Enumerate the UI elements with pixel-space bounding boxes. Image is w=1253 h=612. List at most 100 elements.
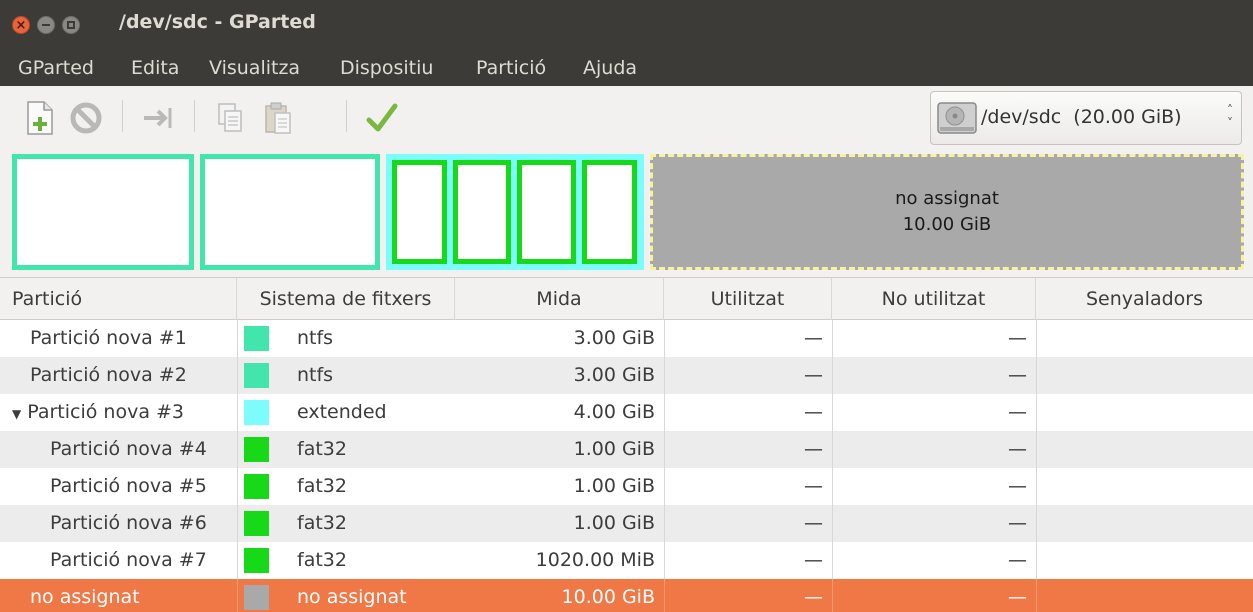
filesystem-color-swatch (244, 548, 269, 573)
size-cell: 3.00 GiB (573, 327, 655, 349)
column-header-no-utilitzat[interactable]: No utilitzat (832, 278, 1036, 320)
used-cell: — (804, 512, 823, 534)
partition-name: Partició nova #5 (50, 475, 207, 497)
table-row[interactable]: no assignat no assignat 10.00 GiB — — (0, 579, 1253, 612)
column-separator (237, 468, 238, 505)
column-separator (1036, 542, 1037, 579)
table-row[interactable]: Partició nova #6 fat32 1.00 GiB — — (0, 505, 1253, 542)
table-row[interactable]: Partició nova #7 fat32 1020.00 MiB — — (0, 542, 1253, 579)
menu-gparted[interactable]: GParted (18, 57, 94, 79)
partition-name-cell: Partició nova #5 (50, 468, 207, 505)
device-selector-label: /dev/sdc (20.00 GiB) (981, 106, 1182, 128)
table-row[interactable]: Partició nova #2 ntfs 3.00 GiB — — (0, 357, 1253, 394)
column-header-mida[interactable]: Mida (455, 278, 664, 320)
column-separator (1036, 357, 1037, 394)
partition-name: Partició nova #2 (30, 364, 187, 386)
column-separator (237, 505, 238, 542)
unused-cell: — (1008, 512, 1027, 534)
column-separator (237, 542, 238, 579)
column-header-particio[interactable]: Partició (0, 278, 237, 320)
disk-segment-partition-4[interactable] (392, 160, 447, 264)
column-separator (664, 542, 665, 579)
column-header-utilitzat[interactable]: Utilitzat (664, 278, 832, 320)
column-header-senyaladors[interactable]: Senyaladors (1036, 278, 1253, 320)
filesystem-color-swatch (244, 511, 269, 536)
column-separator (664, 357, 665, 394)
flags-cell (1036, 357, 1246, 394)
used-cell: — (804, 586, 823, 608)
unused-cell: — (1008, 438, 1027, 460)
column-separator (1036, 394, 1037, 431)
spin-arrows-icon: ˄ ˅ (1227, 103, 1233, 130)
disk-segment-partition-7[interactable] (582, 160, 637, 264)
partition-table: Partició Sistema de fitxers Mida Utilitz… (0, 277, 1253, 612)
disk-segment-partition-5[interactable] (453, 160, 511, 264)
disk-segment-partition-6[interactable] (517, 160, 576, 264)
column-separator (664, 505, 665, 542)
menu-particio[interactable]: Partició (476, 57, 546, 79)
close-window-button[interactable]: × (12, 16, 30, 34)
partition-name: no assignat (30, 586, 140, 608)
window-title: /dev/sdc - GParted (119, 11, 316, 33)
menu-dispositiu[interactable]: Dispositiu (340, 57, 433, 79)
used-cell: — (804, 438, 823, 460)
column-separator (664, 394, 665, 431)
paste-button[interactable] (258, 98, 298, 138)
table-row[interactable]: ▼ Partició nova #3 extended 4.00 GiB — — (0, 394, 1253, 431)
partition-name: Partició nova #1 (30, 327, 187, 349)
filesystem-color-swatch (244, 474, 269, 499)
column-separator (237, 357, 238, 394)
column-header-sistema-de-fitxers[interactable]: Sistema de fitxers (237, 278, 455, 320)
filesystem-color-swatch (244, 326, 269, 351)
disk-segment-partition-1[interactable] (12, 154, 194, 270)
toolbar-separator (346, 100, 347, 132)
resize-move-button[interactable] (138, 98, 178, 138)
size-cell: 10.00 GiB (561, 586, 655, 608)
size-cell: 1.00 GiB (573, 438, 655, 460)
disk-segment-extended-partition-3[interactable] (386, 154, 644, 270)
menu-edita[interactable]: Edita (131, 57, 179, 79)
disk-segment-partition-2[interactable] (200, 154, 380, 270)
unused-cell: — (1008, 364, 1027, 386)
filesystem-cell: fat32 (297, 475, 347, 497)
minimize-window-button[interactable] (37, 16, 55, 34)
disk-segment-unallocated[interactable]: no assignat 10.00 GiB (650, 154, 1244, 270)
new-partition-button[interactable] (20, 98, 60, 138)
menu-visualitza[interactable]: Visualitza (209, 57, 300, 79)
flags-cell (1036, 394, 1246, 431)
delete-button[interactable] (66, 98, 106, 138)
used-cell: — (804, 549, 823, 571)
used-cell: — (804, 327, 823, 349)
column-separator (832, 431, 833, 468)
toolbar-separator (194, 100, 195, 132)
flags-cell (1036, 542, 1246, 579)
partition-name-cell: no assignat (30, 579, 140, 612)
flags-cell (1036, 320, 1246, 357)
table-row[interactable]: Partició nova #1 ntfs 3.00 GiB — — (0, 320, 1253, 357)
filesystem-color-swatch (244, 585, 269, 610)
maximize-window-button[interactable] (62, 16, 80, 34)
size-cell: 4.00 GiB (573, 401, 655, 423)
resize-move-icon (144, 108, 172, 128)
menu-ajuda[interactable]: Ajuda (583, 57, 637, 79)
table-row[interactable]: Partició nova #4 fat32 1.00 GiB — — (0, 431, 1253, 468)
copy-button[interactable] (210, 98, 250, 138)
used-cell: — (804, 401, 823, 423)
unallocated-label: no assignat (895, 188, 999, 209)
expander-triangle-icon[interactable]: ▼ (12, 407, 21, 421)
partition-name: Partició nova #3 (27, 401, 185, 423)
unallocated-size: 10.00 GiB (902, 214, 992, 235)
unused-cell: — (1008, 475, 1027, 497)
flags-cell (1036, 579, 1246, 612)
apply-button[interactable] (362, 98, 402, 138)
maximize-icon (67, 21, 75, 29)
flags-cell (1036, 468, 1246, 505)
device-selector[interactable]: /dev/sdc (20.00 GiB) ˄ ˅ (930, 91, 1242, 145)
column-separator (1036, 579, 1037, 612)
table-row[interactable]: Partició nova #5 fat32 1.00 GiB — — (0, 468, 1253, 505)
filesystem-cell: ntfs (297, 327, 334, 349)
partition-name-cell: Partició nova #6 (50, 505, 207, 542)
column-separator (832, 394, 833, 431)
table-header: Partició Sistema de fitxers Mida Utilitz… (0, 278, 1253, 320)
filesystem-cell: fat32 (297, 438, 347, 460)
